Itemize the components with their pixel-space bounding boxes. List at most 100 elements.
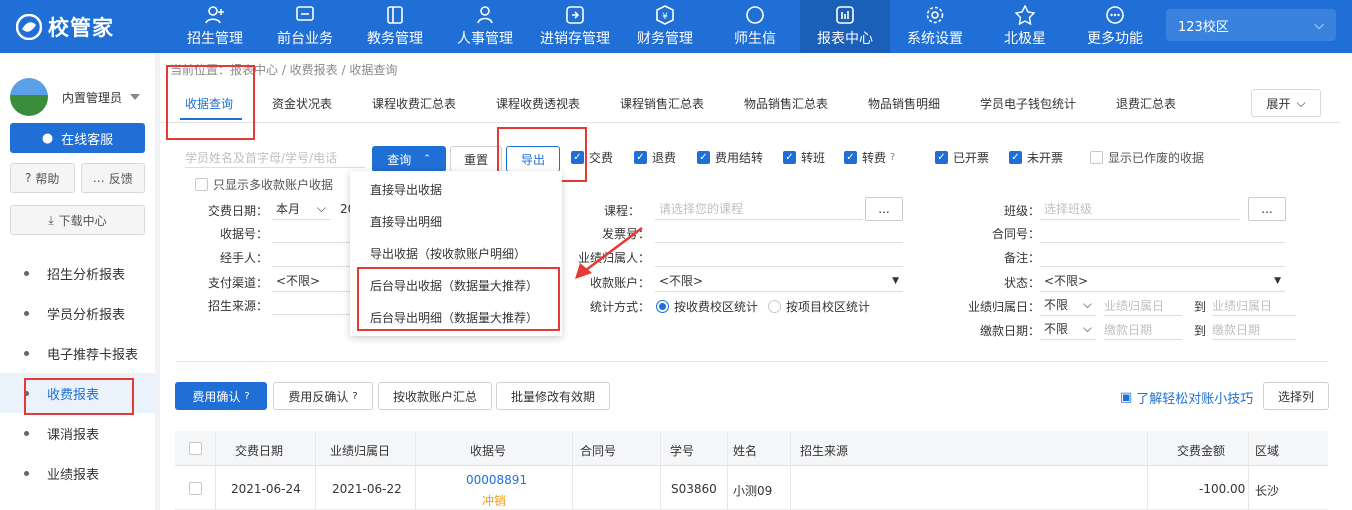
video-icon: ▣: [1120, 390, 1133, 405]
label-contract: 合同号：: [991, 227, 1040, 241]
col-receipt-no[interactable]: 收据号: [470, 442, 506, 459]
col-name[interactable]: 姓名: [733, 442, 757, 459]
pay-day-select[interactable]: 不限 ⌵: [1040, 318, 1096, 340]
course-select[interactable]: 请选择您的课程: [655, 198, 863, 220]
radio-by-fee-campus[interactable]: 按收费校区统计: [656, 298, 758, 315]
remark-input[interactable]: [1040, 247, 1285, 267]
table-row[interactable]: 2021-06-24 2021-06-22 00008891 冲销 S03860…: [175, 466, 1328, 510]
cell-student-no: S03860: [671, 482, 717, 496]
pay-date-select[interactable]: 本月 ⌵: [272, 198, 330, 220]
reconcile-tips-link[interactable]: ▣ 了解轻松对账小技巧: [1120, 388, 1253, 407]
status-select[interactable]: <不限> ▼: [1040, 270, 1285, 292]
nav-frontdesk[interactable]: 前台业务: [260, 0, 350, 53]
perf-date-value: 不限: [1044, 298, 1069, 312]
col-student-no[interactable]: 学号: [670, 442, 694, 459]
caret-down-icon: [130, 94, 141, 100]
col-perf-date[interactable]: 业绩归属日: [330, 442, 390, 459]
course-picker-button[interactable]: ...: [865, 197, 903, 221]
cell-amount: -100.00: [1199, 482, 1246, 496]
nav-inventory[interactable]: 进销存管理: [530, 0, 620, 53]
perf-person-input[interactable]: [655, 247, 903, 267]
tab-refund-summary[interactable]: 退费汇总表: [1116, 95, 1176, 112]
class-picker-button[interactable]: ...: [1248, 197, 1286, 221]
nav-recruit[interactable]: 招生管理: [170, 0, 260, 53]
contract-input[interactable]: [1040, 223, 1285, 243]
nav-academic[interactable]: 教务管理: [350, 0, 440, 53]
nav-label: 进销存管理: [540, 31, 610, 47]
check-carryover[interactable]: ✓ 费用结转: [697, 149, 763, 166]
download-center-button[interactable]: ⤓ 下载中心: [10, 205, 145, 235]
nav-polaris[interactable]: 北极星: [980, 0, 1070, 53]
nav-message[interactable]: 师生信: [710, 0, 800, 53]
tab-course-sales-summary[interactable]: 课程销售汇总表: [620, 95, 704, 112]
cell-receipt-link[interactable]: 00008891: [466, 473, 527, 487]
label-status: 状态：: [1003, 276, 1040, 290]
nav-hr[interactable]: 人事管理: [440, 0, 530, 53]
check-not-invoiced[interactable]: ✓ 未开票: [1009, 149, 1063, 166]
nav-more[interactable]: 更多功能: [1070, 0, 1160, 53]
check-transfer-class[interactable]: ✓ 转班: [783, 149, 825, 166]
check-payment[interactable]: ✓ 交费: [571, 149, 613, 166]
nav-settings[interactable]: 系统设置: [890, 0, 980, 53]
online-service-button[interactable]: ● 在线客服: [10, 123, 145, 153]
tab-goods-sales-detail[interactable]: 物品销售明细: [868, 95, 940, 112]
student-search-input[interactable]: [185, 148, 365, 168]
tab-goods-sales-summary[interactable]: 物品销售汇总表: [744, 95, 828, 112]
col-amount[interactable]: 交费金额: [1177, 442, 1225, 459]
check-invoiced[interactable]: ✓ 已开票: [935, 149, 989, 166]
tab-fund-status[interactable]: 资金状况表: [272, 95, 332, 112]
channel-select[interactable]: <不限>: [272, 270, 352, 292]
receipt-no-input[interactable]: [272, 223, 352, 243]
sidebar-item-performance-report[interactable]: 业绩报表: [0, 453, 155, 493]
query-button[interactable]: 查询 ⌃: [372, 146, 446, 172]
col-pay-date[interactable]: 交费日期: [235, 442, 283, 459]
sidebar-item-consume-report[interactable]: 课消报表: [0, 413, 155, 453]
perf-date-start-input[interactable]: [1104, 296, 1182, 316]
reset-button[interactable]: 重置: [450, 146, 502, 172]
row-checkbox[interactable]: [189, 482, 202, 495]
campus-select[interactable]: 123校区 ⌵: [1166, 9, 1336, 41]
feedback-button[interactable]: … 反馈: [80, 163, 145, 193]
check-refund[interactable]: ✓ 退费: [634, 149, 676, 166]
sidebar-item-student-report[interactable]: 学员分析报表: [0, 293, 155, 333]
check-transfer-fee[interactable]: ✓ 转费?: [844, 149, 895, 166]
expand-button[interactable]: 展开 ⌵: [1251, 89, 1321, 117]
by-account-summary-button[interactable]: 按收款账户汇总: [378, 382, 492, 410]
sidebar-item-enrollment-report[interactable]: 招生分析报表: [0, 253, 155, 293]
download-icon: ⤓: [48, 212, 54, 227]
choose-columns-button[interactable]: 选择列: [1263, 382, 1329, 410]
fee-confirm-button[interactable]: 费用确认?: [175, 382, 267, 410]
pay-day-start-input[interactable]: [1104, 320, 1182, 340]
check-multi-account[interactable]: 只显示多收款账户收据: [195, 176, 333, 193]
batch-validity-button[interactable]: 批量修改有效期: [496, 382, 610, 410]
col-area[interactable]: 区域: [1255, 442, 1279, 459]
help-button[interactable]: ? 帮助: [10, 163, 75, 193]
tab-course-fee-pivot[interactable]: 课程收费透视表: [496, 95, 580, 112]
reversal-tag: 冲销: [482, 494, 507, 508]
account-select[interactable]: <不限> ▼: [655, 270, 903, 292]
perf-date-end-input[interactable]: [1212, 296, 1296, 316]
user-profile[interactable]: 内置管理员: [0, 53, 155, 123]
invoice-input[interactable]: [655, 223, 903, 243]
perf-date-select[interactable]: 不限 ⌵: [1040, 294, 1096, 316]
menu-item-export-receipt[interactable]: 直接导出收据: [370, 181, 442, 198]
app-logo[interactable]: 校管家: [0, 0, 170, 53]
col-contract[interactable]: 合同号: [580, 442, 616, 459]
tab-course-fee-summary[interactable]: 课程收费汇总表: [372, 95, 456, 112]
menu-item-export-detail[interactable]: 直接导出明细: [370, 213, 442, 230]
source-input[interactable]: [272, 295, 352, 315]
select-all-checkbox[interactable]: [189, 442, 202, 455]
radio-by-project-campus[interactable]: 按项目校区统计: [768, 298, 870, 315]
nav-report-center[interactable]: 报表中心: [800, 0, 890, 53]
check-show-voided[interactable]: 显示已作废的收据: [1090, 149, 1204, 166]
menu-item-export-by-account[interactable]: 导出收据（按收款账户明细）: [370, 245, 526, 262]
sidebar-item-ecard-report[interactable]: 电子推荐卡报表: [0, 333, 155, 373]
tab-wallet-stats[interactable]: 学员电子钱包统计: [980, 95, 1076, 112]
pay-day-value: 不限: [1044, 322, 1069, 336]
nav-finance[interactable]: ¥ 财务管理: [620, 0, 710, 53]
class-select[interactable]: 选择班级: [1040, 198, 1240, 220]
pay-day-end-input[interactable]: [1212, 320, 1296, 340]
fee-unconfirm-button[interactable]: 费用反确认?: [273, 382, 373, 410]
handler-input[interactable]: [272, 247, 352, 267]
label-channel: 支付渠道：: [207, 276, 268, 290]
